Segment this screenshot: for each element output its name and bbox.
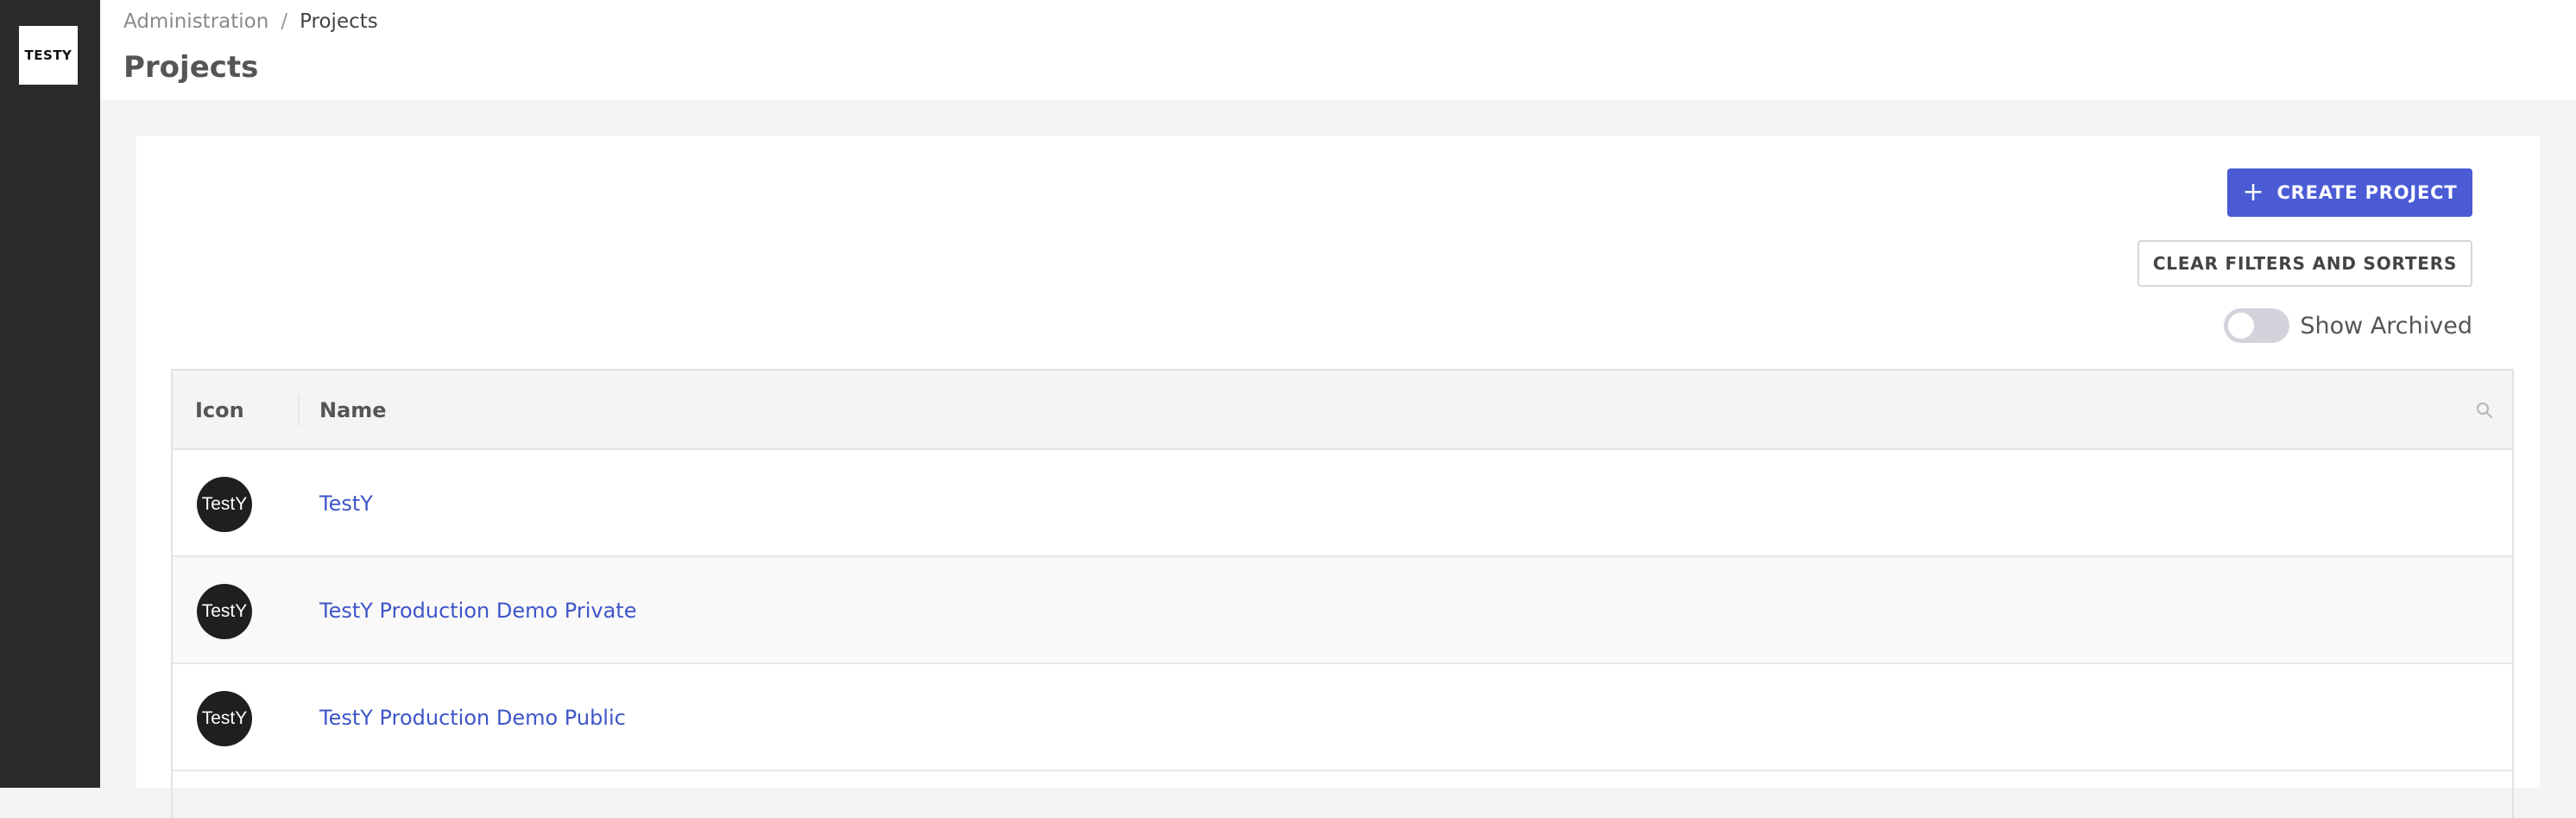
table-row: TestY TestY [173, 450, 2512, 557]
project-avatar: TestY [197, 477, 252, 532]
breadcrumb-projects: Projects [300, 10, 378, 33]
show-archived-control: Show Archived [2224, 308, 2472, 343]
projects-card: + CREATE PROJECT CLEAR FILTERS AND SORTE… [136, 136, 2540, 818]
table-header: Icon Name [173, 371, 2512, 450]
clear-filters-label: CLEAR FILTERS AND SORTERS [2152, 253, 2458, 274]
breadcrumb: Administration / Projects [123, 10, 378, 33]
plus-icon: + [2242, 177, 2265, 207]
table-row: TestY TestY Production Demo Private [173, 557, 2512, 664]
column-divider [298, 395, 300, 426]
create-project-label: CREATE PROJECT [2276, 182, 2458, 203]
show-archived-toggle[interactable] [2224, 308, 2290, 343]
create-project-button[interactable]: + CREATE PROJECT [2227, 168, 2472, 217]
clear-filters-button[interactable]: CLEAR FILTERS AND SORTERS [2137, 240, 2472, 287]
table-row: TestY TestY Production Demo Public [173, 664, 2512, 771]
sidebar: TESTY [0, 0, 100, 788]
projects-table: Icon Name TestY TestY TestY TestY Produc… [171, 369, 2514, 818]
breadcrumb-separator: / [281, 10, 288, 33]
column-header-icon: Icon [195, 398, 244, 422]
page-header: Administration / Projects Projects [100, 0, 2576, 100]
app-logo[interactable]: TESTY [19, 26, 78, 85]
column-header-name[interactable]: Name [319, 371, 387, 450]
show-archived-label: Show Archived [2300, 312, 2472, 339]
toggle-knob [2228, 313, 2255, 339]
project-link[interactable]: TestY Production Demo Private [319, 557, 636, 664]
project-avatar: TestY [197, 691, 252, 746]
project-link[interactable]: TestY Production Demo Public [319, 664, 626, 771]
project-avatar: TestY [197, 584, 252, 639]
project-link[interactable]: TestY [319, 450, 373, 557]
search-icon[interactable] [2474, 400, 2495, 421]
page-title: Projects [123, 50, 259, 85]
breadcrumb-administration[interactable]: Administration [123, 10, 268, 33]
